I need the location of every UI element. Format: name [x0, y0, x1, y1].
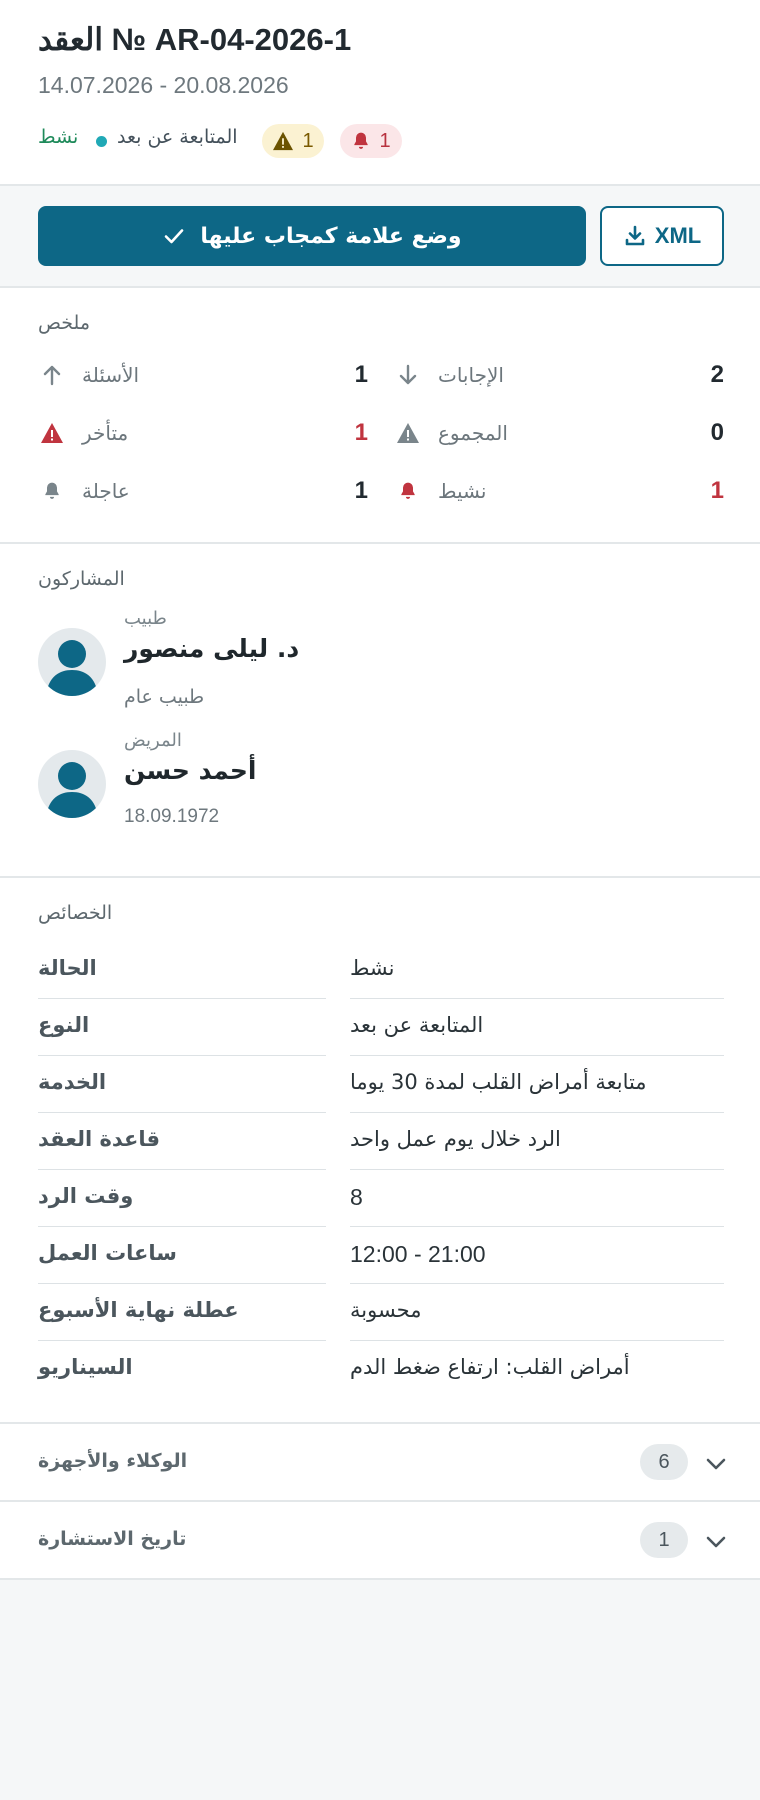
property-row: الخدمة متابعة أمراض القلب لمدة 30 يوما [38, 1056, 724, 1113]
accordion-consultation-history[interactable]: تاريخ الاستشارة 1 [0, 1502, 760, 1578]
property-row: الحالة نشط [38, 942, 724, 999]
doctor-role: طبيب [124, 608, 167, 629]
property-value: 12:00 - 21:00 [350, 1241, 486, 1267]
contract-header: العقد № AR-04-2026-1 14.07.2026 - 20.08.… [0, 0, 760, 184]
property-value: المتابعة عن بعد [350, 1013, 484, 1037]
questions-value: 1 [354, 361, 368, 388]
accordion-label: تاريخ الاستشارة [38, 1528, 187, 1550]
summary-section: ملخص 2 الإجابات 1 الأسئلة 0 المجموع 1 مت… [0, 288, 760, 542]
chevron-down-icon[interactable] [702, 1450, 730, 1478]
property-row: السيناريو أمراض القلب: ارتفاع ضغط الدم [38, 1341, 724, 1398]
overdue-label: متأخر [82, 421, 129, 445]
properties-section: الخصائص الحالة نشط النوع المتابعة عن بعد… [0, 878, 760, 1422]
summary-row: 1 نشيط 1 عاجلة [0, 472, 760, 512]
property-row: عطلة نهاية الأسبوع محسوبة [38, 1284, 724, 1341]
properties-title: الخصائص [38, 902, 113, 924]
contract-dates: 14.07.2026 - 20.08.2026 [38, 72, 289, 98]
property-key: الحالة [38, 956, 97, 980]
summary-row: 2 الإجابات 1 الأسئلة [0, 356, 760, 396]
property-key: ساعات العمل [38, 1241, 177, 1265]
user-icon [46, 762, 98, 818]
property-key: النوع [38, 1013, 90, 1037]
urgent-label: عاجلة [82, 479, 130, 503]
answers-value: 2 [710, 361, 724, 388]
arrow-up-icon [40, 363, 64, 387]
participants-title: المشاركون [38, 568, 125, 590]
active-value: 1 [710, 477, 724, 504]
property-row: قاعدة العقد الرد خلال يوم عمل واحد [38, 1113, 724, 1170]
property-key: عطلة نهاية الأسبوع [38, 1298, 239, 1322]
property-value: نشط [350, 956, 395, 980]
questions-label: الأسئلة [82, 363, 140, 387]
overdue-value: 1 [354, 419, 368, 446]
avatar [38, 750, 106, 818]
contract-title: العقد № AR-04-2026-1 [38, 22, 352, 57]
accordion-agents-devices[interactable]: الوكلاء والأجهزة 6 [0, 1424, 760, 1500]
patient-role: المريض [124, 730, 182, 751]
active-label: نشيط [438, 479, 487, 503]
property-key: قاعدة العقد [38, 1127, 161, 1151]
summary-row: 0 المجموع 1 متأخر [0, 414, 760, 454]
answers-label: الإجابات [438, 363, 504, 387]
total-value: 0 [710, 419, 724, 446]
bell-icon [396, 479, 420, 503]
total-label: المجموع [438, 421, 508, 445]
doctor-specialty: طبيب عام [124, 686, 205, 708]
warnings-count: 1 [302, 129, 314, 152]
download-xml-button[interactable]: XML [600, 206, 724, 266]
summary-title: ملخص [38, 312, 91, 334]
avatar [38, 628, 106, 696]
count-badge: 6 [640, 1444, 688, 1480]
property-value: 8 [350, 1184, 363, 1210]
divider [0, 1578, 760, 1580]
warning-icon [396, 421, 420, 445]
doctor-name[interactable]: د. ليلى منصور [124, 634, 299, 663]
patient-birthdate: 18.09.1972 [124, 806, 220, 827]
user-icon [46, 640, 98, 696]
accordion-label: الوكلاء والأجهزة [38, 1450, 188, 1472]
actions-bar: وضع علامة كمجاب عليها XML [0, 186, 760, 286]
urgent-value: 1 [354, 477, 368, 504]
participants-section: المشاركون طبيب د. ليلى منصور طبيب عام ال… [0, 544, 760, 876]
property-value: أمراض القلب: ارتفاع ضغط الدم [350, 1355, 630, 1379]
bell-icon [40, 479, 64, 503]
status-dot [96, 136, 107, 147]
status-badge: نشط [38, 126, 79, 148]
property-row: ساعات العمل 12:00 - 21:00 [38, 1227, 724, 1284]
contract-type: المتابعة عن بعد [117, 126, 238, 148]
chevron-down-icon[interactable] [702, 1528, 730, 1556]
alerts-badge[interactable]: 1 [340, 124, 402, 158]
bell-icon [354, 132, 369, 149]
warnings-badge[interactable]: 1 [262, 124, 324, 158]
check-icon [165, 229, 184, 244]
count-badge: 1 [640, 1522, 688, 1558]
alerts-count: 1 [379, 129, 391, 152]
download-icon [625, 225, 645, 246]
property-key: وقت الرد [38, 1184, 134, 1208]
warning-icon [273, 131, 294, 151]
arrow-down-icon [396, 363, 420, 387]
property-value: متابعة أمراض القلب لمدة 30 يوما [350, 1070, 647, 1094]
property-key: الخدمة [38, 1070, 107, 1094]
property-row: وقت الرد 8 [38, 1170, 724, 1227]
xml-label: XML [654, 223, 702, 248]
warning-icon [40, 421, 64, 445]
patient-name[interactable]: أحمد حسن [124, 756, 256, 785]
mark-as-answered-label: وضع علامة كمجاب عليها [200, 223, 462, 249]
mark-as-answered-button[interactable]: وضع علامة كمجاب عليها [38, 206, 586, 266]
property-value: الرد خلال يوم عمل واحد [350, 1127, 561, 1151]
contract-detail-panel: العقد № AR-04-2026-1 14.07.2026 - 20.08.… [0, 0, 760, 1800]
property-row: النوع المتابعة عن بعد [38, 999, 724, 1056]
property-key: السيناريو [38, 1355, 133, 1379]
property-value: محسوبة [350, 1298, 422, 1322]
